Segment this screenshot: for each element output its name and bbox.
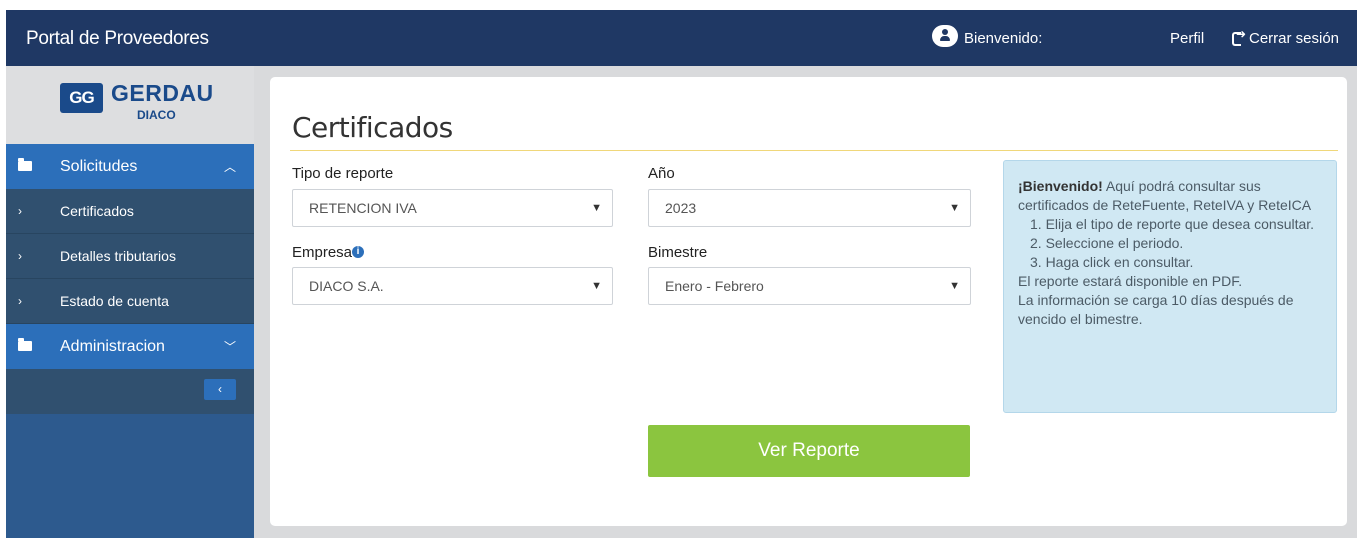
info-step-1: 1. Elija el tipo de reporte que desea co… [1030, 216, 1315, 232]
sidebar-item-label: Estado de cuenta [60, 293, 169, 309]
ver-reporte-button[interactable]: Ver Reporte [648, 425, 970, 477]
empresa-value: DIACO S.A. [309, 278, 384, 294]
info-panel: ¡Bienvenido! Aquí podrá consultar sus ce… [1003, 160, 1337, 413]
empresa-select[interactable]: DIACO S.A. ▼ [292, 267, 613, 305]
chevron-right-icon: › [18, 249, 22, 263]
logo-sub: DIACO [137, 108, 176, 122]
sidebar-item-label: Detalles tributarios [60, 248, 176, 264]
folder-open-icon [18, 157, 32, 171]
sidebar-item-label: Administracion [60, 337, 165, 355]
certificados-card: Certificados Tipo de reporte RETENCION I… [270, 77, 1347, 526]
chevron-right-icon: › [18, 204, 22, 218]
chevron-left-icon: ‹ [218, 382, 222, 396]
logo-name: GERDAU [111, 80, 214, 106]
info-step-2: 2. Seleccione el periodo. [1030, 235, 1184, 251]
chevron-down-icon: ▼ [591, 202, 602, 214]
info-step-3: 3. Haga click en consultar. [1030, 254, 1194, 270]
sidebar-footer: ‹ [6, 369, 254, 414]
bimestre-label: Bimestre [648, 244, 708, 261]
chevron-up-icon: ︿ [223, 160, 236, 174]
company-logo: GG GERDAU DIACO [6, 66, 254, 144]
sidebar-item-estado-de-cuenta[interactable]: › Estado de cuenta [6, 279, 254, 324]
empresa-label-wrap: Empresa i [292, 244, 365, 261]
sidebar-item-detalles-tributarios[interactable]: › Detalles tributarios [6, 234, 254, 279]
sidebar-item-label: Solicitudes [60, 157, 138, 175]
chevron-right-icon: › [18, 294, 22, 308]
brand-title[interactable]: Portal de Proveedores [26, 10, 209, 68]
user-icon [932, 24, 958, 47]
anio-select[interactable]: 2023 ▼ [648, 189, 971, 227]
chevron-down-icon: ﹀ [223, 340, 236, 354]
anio-label: Año [648, 165, 675, 182]
sidebar-item-certificados[interactable]: › Certificados [6, 189, 254, 234]
folder-open-icon [18, 337, 32, 351]
tipo-reporte-value: RETENCION IVA [309, 200, 417, 216]
welcome-area: Bienvenido: [932, 24, 1043, 47]
page-title: Certificados [292, 111, 453, 144]
anio-value: 2023 [665, 200, 697, 216]
logout-label: Cerrar sesión [1249, 30, 1340, 47]
tipo-reporte-select[interactable]: RETENCION IVA ▼ [292, 189, 613, 227]
sidebar-item-label: Certificados [60, 203, 134, 219]
portal-window: Portal de Proveedores Bienvenido: Perfil… [6, 10, 1357, 538]
info-line-pdf: El reporte estará disponible en PDF. [1018, 273, 1243, 289]
sign-out-icon [1232, 27, 1246, 46]
logout-link[interactable]: Cerrar sesión [1232, 27, 1340, 47]
welcome-text: Bienvenido: [964, 30, 1043, 47]
logo-mark: GG [60, 83, 103, 113]
chevron-down-icon: ▼ [591, 280, 602, 292]
profile-link[interactable]: Perfil [1170, 30, 1204, 47]
empresa-label: Empresa [292, 244, 353, 261]
bimestre-select[interactable]: Enero - Febrero ▼ [648, 267, 971, 305]
sidebar-item-solicitudes[interactable]: Solicitudes ︿ [6, 144, 254, 189]
sidebar: GG GERDAU DIACO Solicitudes ︿ › Certific… [6, 66, 254, 538]
bimestre-value: Enero - Febrero [665, 278, 764, 294]
top-navbar: Portal de Proveedores Bienvenido: Perfil… [6, 10, 1357, 66]
info-lead: ¡Bienvenido! [1018, 178, 1103, 194]
info-intro: ¡Bienvenido! Aquí podrá consultar sus ce… [1018, 177, 1322, 215]
info-line-load: La información se carga 10 días después … [1018, 292, 1294, 327]
title-divider [290, 150, 1338, 151]
chevron-down-icon: ▼ [949, 280, 960, 292]
sidebar-item-administracion[interactable]: Administracion ﹀ [6, 324, 254, 369]
chevron-down-icon: ▼ [949, 202, 960, 214]
tipo-reporte-label: Tipo de reporte [292, 165, 394, 182]
info-icon[interactable]: i [352, 246, 365, 258]
sidebar-collapse-button[interactable]: ‹ [204, 379, 236, 400]
